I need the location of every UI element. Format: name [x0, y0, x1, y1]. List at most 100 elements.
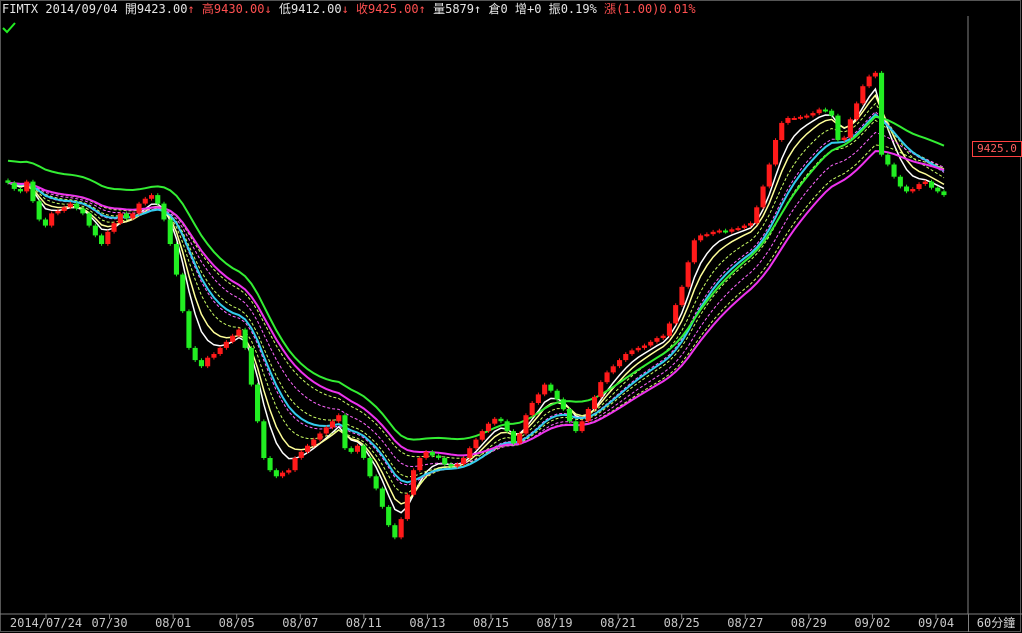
- candle: [773, 140, 779, 165]
- candle: [223, 341, 229, 348]
- candle: [286, 470, 292, 473]
- candle: [61, 207, 67, 211]
- candle: [467, 448, 473, 458]
- candle: [367, 458, 373, 477]
- candle: [654, 338, 660, 342]
- x-axis-tick-label: 08/01: [155, 616, 191, 630]
- candle: [30, 181, 36, 202]
- candle: [835, 115, 841, 141]
- x-axis-tick-label: 08/07: [282, 616, 318, 630]
- candle: [136, 203, 142, 214]
- candle: [535, 394, 541, 403]
- candle: [922, 181, 928, 184]
- candle: [554, 390, 560, 400]
- candle: [779, 122, 785, 140]
- candle: [891, 164, 897, 177]
- candle: [941, 191, 947, 196]
- candle: [766, 164, 772, 187]
- candle: [448, 464, 454, 467]
- candle: [560, 399, 566, 410]
- candle: [729, 229, 735, 232]
- candle: [342, 415, 348, 449]
- candle: [99, 235, 105, 244]
- candle: [829, 110, 835, 116]
- candle: [691, 240, 697, 263]
- candle: [130, 213, 136, 219]
- ma-line: [7, 113, 945, 484]
- candle: [617, 360, 623, 367]
- candle: [592, 396, 598, 409]
- ma-line: [7, 150, 945, 457]
- candle: [149, 195, 155, 199]
- candle: [329, 421, 335, 428]
- x-axis-tick-label: 08/05: [219, 616, 255, 630]
- candle: [398, 519, 404, 538]
- candle: [323, 427, 329, 434]
- candle: [485, 423, 491, 431]
- candle: [685, 262, 691, 287]
- candle: [55, 211, 61, 214]
- candle: [280, 472, 286, 477]
- candle: [797, 116, 803, 119]
- candle: [629, 350, 635, 355]
- candlestick-chart[interactable]: 2014/07/24 07/30 08/01 08/05 08/07 08/11 08/13…: [0, 0, 1022, 633]
- candle: [847, 119, 853, 138]
- candle: [529, 402, 535, 416]
- candle: [641, 345, 647, 348]
- candle: [261, 421, 267, 458]
- x-axis-tick-label: 08/21: [600, 616, 636, 630]
- candle: [354, 445, 360, 452]
- candle: [105, 231, 111, 244]
- candle: [885, 154, 891, 165]
- candle: [211, 354, 217, 358]
- candle: [5, 180, 11, 183]
- candle: [754, 207, 760, 224]
- candle: [454, 464, 460, 467]
- candle: [361, 445, 367, 458]
- candle: [49, 213, 55, 226]
- candle: [124, 213, 130, 219]
- candle: [854, 103, 860, 120]
- candle: [236, 329, 242, 336]
- candles: [5, 70, 947, 540]
- candle: [429, 451, 435, 456]
- candle: [348, 448, 354, 452]
- candle: [573, 421, 579, 432]
- candle: [305, 445, 311, 452]
- ma-line: [7, 110, 945, 486]
- candle: [897, 176, 903, 187]
- candle: [473, 439, 479, 449]
- candle: [248, 347, 254, 385]
- candle: [180, 274, 186, 312]
- candle: [660, 335, 666, 339]
- candle: [504, 421, 510, 432]
- candle: [392, 525, 398, 538]
- candle: [804, 115, 810, 118]
- x-axis-tick-label: 08/19: [537, 616, 573, 630]
- candle: [791, 118, 797, 120]
- period-selector[interactable]: 60分鐘: [968, 614, 1022, 632]
- candle: [373, 476, 379, 489]
- candle: [67, 203, 73, 208]
- candle: [498, 418, 504, 422]
- x-axis-tick-label: 08/27: [727, 616, 763, 630]
- candle: [242, 329, 248, 348]
- candle: [86, 213, 92, 226]
- candle: [461, 458, 467, 465]
- candle: [217, 347, 223, 354]
- candle: [42, 219, 48, 226]
- candle: [11, 182, 17, 189]
- candle: [648, 341, 654, 346]
- candle: [255, 384, 261, 422]
- candle: [74, 203, 80, 209]
- candle: [860, 86, 866, 104]
- ma-line: [7, 119, 945, 478]
- candle: [822, 109, 828, 112]
- candle: [298, 451, 304, 458]
- candle: [386, 506, 392, 526]
- candle: [704, 234, 710, 237]
- candle: [872, 72, 878, 77]
- candle: [379, 488, 385, 507]
- candle: [336, 415, 342, 422]
- candle: [17, 189, 23, 192]
